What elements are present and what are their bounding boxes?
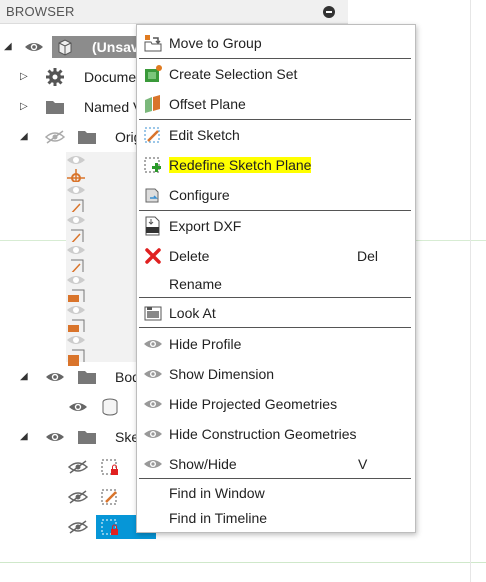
origin-axis-row[interactable]: [66, 212, 136, 247]
origin-axis-row[interactable]: [66, 182, 136, 217]
menu-item-offset-plane[interactable]: Offset Plane: [137, 89, 415, 119]
menu-item-label: Show Dimension: [169, 366, 275, 382]
menu-item-edit-sketch[interactable]: Edit Sketch: [137, 120, 415, 150]
collapse-triangle-icon[interactable]: ◢: [20, 371, 30, 383]
browser-node-label: Docume: [84, 69, 137, 85]
menu-item-label: Redefine Sketch Plane: [169, 157, 312, 173]
collapse-panel-icon[interactable]: [323, 6, 335, 18]
menu-item-label: Offset Plane: [169, 96, 246, 112]
eye-icon: [143, 394, 163, 414]
configure-icon: [143, 185, 163, 205]
menu-item-label: Move to Group: [169, 35, 262, 51]
menu-item-rename[interactable]: Rename: [137, 269, 415, 299]
dxf-icon: [143, 216, 163, 236]
origin-plane-row[interactable]: [66, 302, 136, 336]
eye-icon[interactable]: [66, 182, 136, 198]
look-at-icon: [143, 303, 163, 323]
context-menu: Move to Group Create Selection Set Offse…: [136, 24, 416, 533]
menu-item-shortcut: Del: [357, 248, 379, 264]
eye-icon[interactable]: [66, 212, 136, 228]
sketch-edit-icon: [100, 487, 120, 507]
selection-set-icon: [143, 64, 163, 84]
eye-hidden-icon[interactable]: [68, 489, 88, 505]
collapse-triangle-icon[interactable]: ◢: [20, 431, 30, 443]
eye-icon[interactable]: [68, 399, 88, 415]
eye-icon[interactable]: [66, 152, 136, 168]
menu-item-find-in-timeline[interactable]: Find in Timeline: [137, 503, 415, 533]
body-icon: [100, 397, 120, 417]
offset-plane-icon: [143, 94, 163, 114]
move-to-group-icon: [143, 33, 163, 53]
folder-icon: [77, 367, 97, 387]
browser-title: BROWSER: [6, 4, 75, 19]
eye-icon: [143, 334, 163, 354]
menu-item-redefine-sketch-plane[interactable]: Redefine Sketch Plane: [137, 150, 415, 180]
menu-item-label: Create Selection Set: [169, 66, 298, 82]
menu-item-label: Edit Sketch: [169, 127, 240, 143]
redefine-plane-icon: [143, 155, 163, 175]
origin-plane-row[interactable]: [66, 272, 136, 306]
eye-hidden-icon[interactable]: [45, 129, 65, 145]
menu-item-hide-profile[interactable]: Hide Profile: [137, 329, 415, 359]
menu-item-export-dxf[interactable]: Export DXF: [137, 211, 415, 241]
folder-icon: [77, 427, 97, 447]
origin-point-row[interactable]: [66, 152, 136, 187]
browser-header: BROWSER: [0, 0, 348, 24]
menu-item-label: Delete: [169, 248, 210, 264]
menu-item-move-to-group[interactable]: Move to Group: [137, 28, 415, 58]
menu-item-label: Hide Construction Geometries: [169, 426, 357, 442]
folder-icon: [45, 97, 65, 117]
menu-item-label: Show/Hide: [169, 456, 237, 472]
expand-triangle-icon[interactable]: ▷: [20, 101, 30, 113]
workspace-grid-line: [470, 0, 471, 582]
menu-item-label: Find in Window: [169, 485, 265, 501]
menu-item-show-dimension[interactable]: Show Dimension: [137, 359, 415, 389]
menu-item-label: Rename: [169, 276, 222, 292]
eye-icon[interactable]: [24, 39, 44, 55]
menu-item-show-hide[interactable]: Show/Hide V: [137, 449, 415, 479]
eye-icon: [143, 364, 163, 384]
menu-item-configure[interactable]: Configure: [137, 180, 415, 210]
gear-icon: [45, 67, 65, 87]
menu-item-hide-construction-geometries[interactable]: Hide Construction Geometries: [137, 419, 415, 449]
eye-icon: [143, 424, 163, 444]
eye-icon[interactable]: [45, 369, 65, 385]
browser-node-label: Named V: [84, 99, 143, 115]
eye-icon[interactable]: [66, 272, 136, 288]
collapse-triangle-icon[interactable]: ◢: [20, 131, 30, 143]
menu-item-label: Configure: [169, 187, 230, 203]
origin-axis-row[interactable]: [66, 242, 136, 277]
menu-item-look-at[interactable]: Look At: [137, 298, 415, 328]
menu-item-hide-projected-geometries[interactable]: Hide Projected Geometries: [137, 389, 415, 419]
root-label: (Unsav: [92, 39, 139, 55]
folder-icon: [77, 127, 97, 147]
menu-separator: [139, 327, 411, 328]
collapse-triangle-icon[interactable]: ◢: [4, 41, 14, 53]
edit-sketch-icon: [143, 125, 163, 145]
menu-item-label: Export DXF: [169, 218, 242, 234]
sketch-locked-icon: [100, 457, 120, 477]
sketch-locked-icon: [100, 517, 120, 537]
menu-item-delete[interactable]: Delete Del: [137, 241, 415, 271]
eye-icon[interactable]: [66, 302, 136, 318]
origin-plane-row[interactable]: [66, 332, 136, 366]
menu-item-shortcut: V: [358, 456, 368, 472]
menu-item-label: Hide Projected Geometries: [169, 396, 338, 412]
eye-icon: [143, 454, 163, 474]
component-icon: [55, 37, 75, 57]
eye-hidden-icon[interactable]: [68, 459, 88, 475]
eye-icon[interactable]: [66, 242, 136, 258]
eye-icon[interactable]: [66, 332, 136, 348]
menu-item-label: Find in Timeline: [169, 510, 268, 526]
eye-hidden-icon[interactable]: [68, 519, 88, 535]
menu-item-label: Look At: [169, 305, 216, 321]
menu-item-create-selection-set[interactable]: Create Selection Set: [137, 59, 415, 89]
delete-icon: [143, 246, 163, 266]
eye-icon[interactable]: [45, 429, 65, 445]
menu-item-label: Hide Profile: [169, 336, 242, 352]
expand-triangle-icon[interactable]: ▷: [20, 71, 30, 83]
